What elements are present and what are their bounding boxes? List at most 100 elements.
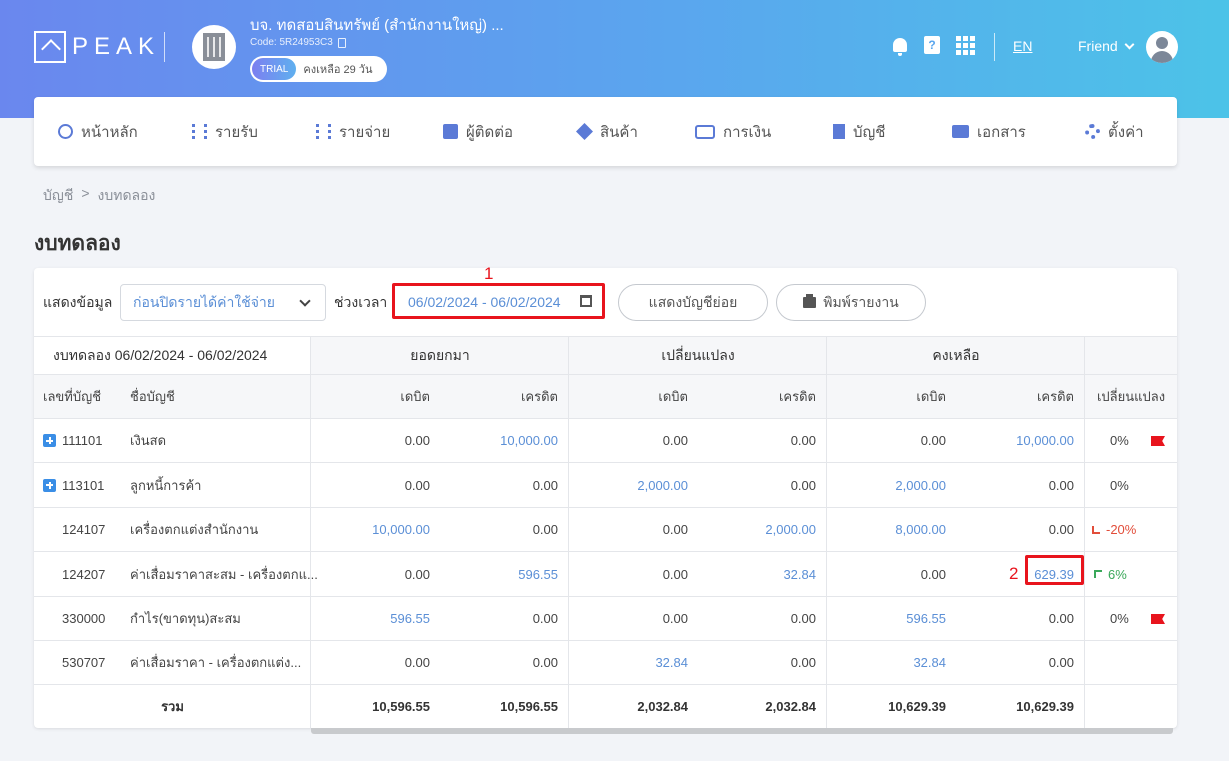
language-switch[interactable]: EN [1013, 38, 1032, 54]
trend-up-icon [1094, 570, 1102, 578]
opening-credit: 0.00 [532, 522, 558, 537]
account-name: ค่าเสื่อมราคาสะสม - เครื่องตกแ... [130, 566, 318, 582]
account-name: ลูกหนี้การค้า [130, 477, 202, 493]
col-change-credit: เครดิต [778, 389, 816, 404]
nav-item-finance[interactable]: การเงิน [695, 97, 771, 166]
help-book-icon[interactable]: ? [922, 35, 942, 55]
trial-remaining: คงเหลือ 29 วัน [303, 64, 373, 76]
table-row: 124107 เครื่องตกแต่งสำนักงาน 10,000.00 0… [34, 507, 1177, 551]
change-pct-text: -20% [1106, 522, 1137, 537]
total-label: รวม [161, 699, 184, 714]
nav-item-documents[interactable]: เอกสาร [952, 97, 1026, 166]
col-change-debit: เดบิต [658, 389, 688, 404]
opening-credit[interactable]: 10,000.00 [440, 419, 558, 462]
change-pct: -20% [1092, 508, 1162, 551]
col-opening-credit: เครดิต [520, 389, 558, 404]
bell-icon[interactable] [890, 35, 910, 56]
breadcrumb-parent[interactable]: บัญชี [43, 185, 73, 207]
header-divider [994, 33, 995, 61]
page-title: งบทดลอง [34, 232, 121, 255]
col-opening-debit: เดบิต [400, 389, 430, 404]
change-debit: 0.00 [662, 611, 688, 626]
horizontal-scrollbar[interactable] [311, 728, 1173, 734]
nav-item-account[interactable]: บัญชี [833, 97, 885, 166]
change-debit: 0.00 [662, 433, 688, 448]
nav-label: สินค้า [600, 123, 638, 141]
show-sub-accounts-button[interactable]: แสดงบัญชีย่อย [618, 284, 768, 321]
closing-credit: 0.00 [1048, 611, 1074, 626]
col-account-name[interactable]: ชื่อบัญชี [130, 375, 300, 418]
account-book-icon [833, 124, 845, 139]
trend-down-icon [1092, 525, 1100, 534]
closing-debit[interactable]: 2,000.00 [827, 463, 946, 507]
opening-credit[interactable]: 596.55 [440, 552, 558, 596]
account-name: เงินสด [130, 433, 167, 448]
closing-credit[interactable]: 10,000.00 [956, 419, 1074, 462]
trial-status[interactable]: TRIAL คงเหลือ 29 วัน [250, 56, 387, 82]
nav-item-expense[interactable]: รายจ่าย [316, 97, 390, 166]
annotation-box-2 [1025, 555, 1084, 585]
opening-debit[interactable]: 596.55 [311, 597, 430, 640]
account-no-text: 113101 [62, 477, 105, 493]
income-icon [192, 124, 207, 139]
company-avatar[interactable] [192, 25, 236, 69]
nav-item-contact[interactable]: ผู้ติดต่อ [443, 97, 513, 166]
gear-icon [1085, 124, 1100, 139]
contact-icon [443, 124, 458, 139]
change-credit[interactable]: 32.84 [698, 552, 816, 596]
group-closing: คงเหลือ [827, 337, 1085, 374]
expand-plus-icon[interactable] [43, 478, 56, 492]
table-column-header: เลขที่บัญชี ชื่อบัญชี เดบิต เครดิต เดบิต… [34, 374, 1177, 418]
change-credit: 0.00 [790, 655, 816, 670]
account-name: เครื่องตกแต่งสำนักงาน [130, 522, 259, 537]
total-opening-debit: 10,596.55 [372, 699, 430, 714]
user-menu[interactable]: Friend [1078, 38, 1135, 54]
logo-mark-icon [34, 31, 66, 63]
closing-debit[interactable]: 8,000.00 [827, 508, 946, 551]
nav-label: หน้าหลัก [81, 123, 138, 141]
company-name[interactable]: บจ. ทดสอบสินทรัพย์ (สำนักงานใหญ่) ... [250, 13, 504, 37]
total-opening-credit: 10,596.55 [500, 699, 558, 714]
breadcrumb-separator: > [81, 185, 90, 201]
opening-debit: 0.00 [404, 655, 430, 670]
company-code-text: Code: 5R24953C3 [250, 37, 333, 48]
change-credit[interactable]: 2,000.00 [698, 508, 816, 551]
display-select[interactable]: ก่อนปิดรายได้ค่าใช้จ่าย [120, 284, 326, 321]
change-debit[interactable]: 32.84 [569, 641, 688, 684]
closing-debit[interactable]: 596.55 [827, 597, 946, 640]
red-flag-icon [1151, 614, 1165, 624]
closing-debit[interactable]: 32.84 [827, 641, 946, 684]
nav-item-settings[interactable]: ตั้งค่า [1085, 97, 1144, 166]
user-avatar[interactable] [1146, 31, 1178, 63]
account-no: 113101 [43, 463, 123, 507]
account-no: 124207 [62, 566, 106, 582]
change-debit[interactable]: 2,000.00 [569, 463, 688, 507]
nav-item-income[interactable]: รายรับ [192, 97, 258, 166]
chevron-down-icon [1124, 39, 1135, 49]
nav-item-product[interactable]: สินค้า [576, 97, 638, 166]
change-credit: 0.00 [790, 611, 816, 626]
opening-credit: 0.00 [532, 655, 558, 670]
expand-plus-icon[interactable] [43, 434, 56, 447]
nav-label: ตั้งค่า [1108, 123, 1144, 141]
change-pct: 0% [1110, 477, 1129, 493]
group-opening: ยอดยกมา [311, 337, 569, 374]
peak-logo[interactable]: PEAK [34, 31, 160, 63]
opening-debit[interactable]: 10,000.00 [311, 508, 430, 551]
apps-grid-icon[interactable] [955, 35, 975, 55]
account-no: 530707 [62, 655, 106, 670]
change-pct: 6% [1094, 552, 1154, 596]
red-flag-icon [1151, 436, 1165, 446]
change-credit: 0.00 [790, 477, 816, 493]
nav-item-home[interactable]: หน้าหลัก [58, 97, 138, 166]
table-title: งบทดลอง 06/02/2024 - 06/02/2024 [53, 346, 268, 363]
closing-debit: 0.00 [920, 433, 946, 448]
display-select-value: ก่อนปิดรายได้ค่าใช้จ่าย [133, 293, 275, 310]
col-account-no[interactable]: เลขที่บัญชี [43, 375, 123, 418]
opening-debit: 0.00 [404, 477, 430, 493]
copy-icon[interactable] [337, 37, 346, 48]
annotation-box-1 [392, 283, 605, 319]
print-report-button[interactable]: พิมพ์รายงาน [776, 284, 926, 321]
column-divider [826, 336, 827, 728]
closing-credit: 0.00 [1048, 477, 1074, 493]
